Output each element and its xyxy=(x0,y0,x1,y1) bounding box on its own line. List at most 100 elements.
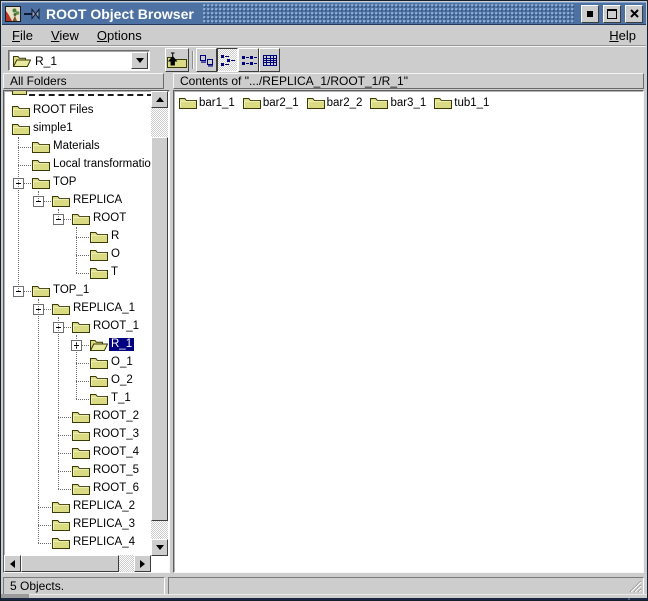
tree-item-label[interactable]: Local transformations xyxy=(51,158,151,171)
tree-item-root_5[interactable]: ROOT_5 xyxy=(4,462,151,480)
tree-item-label[interactable]: REPLICA xyxy=(71,194,124,207)
tree-item-root_4[interactable]: ROOT_4 xyxy=(4,444,151,462)
tree-item-label[interactable]: T xyxy=(109,266,120,279)
menu-file[interactable]: File xyxy=(3,27,42,44)
content-item-tub1_1[interactable]: tub1_1 xyxy=(434,96,489,109)
tree-item-label[interactable]: ROOT_1 xyxy=(91,320,141,333)
tree-item-top[interactable]: TOP xyxy=(4,174,151,192)
content-item-bar1_1[interactable]: bar1_1 xyxy=(179,96,235,109)
status-right xyxy=(168,577,644,595)
scroll-down-button[interactable] xyxy=(151,539,168,556)
tree-item-root_2[interactable]: ROOT_2 xyxy=(4,408,151,426)
tree-connector xyxy=(76,273,89,274)
tree-item-label[interactable]: ROOT Files xyxy=(31,104,96,117)
scroll-right-button[interactable] xyxy=(134,555,151,572)
vertical-scroll-thumb[interactable] xyxy=(151,137,168,521)
tree-item-o_2[interactable]: O_2 xyxy=(4,372,151,390)
titlebar-texture[interactable] xyxy=(203,4,574,23)
tree-item-label[interactable]: REPLICA_1 xyxy=(71,302,137,315)
tree-item-o_1[interactable]: O_1 xyxy=(4,354,151,372)
tree-horizontal-scrollbar[interactable] xyxy=(4,555,151,572)
tree-item-label[interactable]: R xyxy=(109,230,121,243)
path-combo[interactable]: R_1 xyxy=(8,50,150,71)
content-item-bar3_1[interactable]: bar3_1 xyxy=(370,96,426,109)
tree-item-root_6[interactable]: ROOT_6 xyxy=(4,480,151,498)
tree-item-simple1[interactable]: simple1 xyxy=(4,120,151,138)
content-item-label[interactable]: bar2_2 xyxy=(327,97,363,109)
tree-item-label[interactable]: REPLICA_2 xyxy=(71,500,137,513)
menu-view[interactable]: View xyxy=(42,27,88,44)
tree-item-root-files[interactable]: ROOT Files xyxy=(4,102,151,120)
small-icons-button[interactable] xyxy=(217,48,238,72)
tree-item-top_1[interactable]: TOP_1 xyxy=(4,282,151,300)
titlebar[interactable]: ROOT Object Browser xyxy=(2,2,646,25)
large-icons-button[interactable] xyxy=(196,48,217,72)
tree-item-label[interactable]: Materials xyxy=(51,140,102,153)
tree-item-local-transformations[interactable]: Local transformations xyxy=(4,156,151,174)
content-item-bar2_2[interactable]: bar2_2 xyxy=(307,96,363,109)
tree-item-root_3[interactable]: ROOT_3 xyxy=(4,426,151,444)
tree-item-label[interactable]: simple1 xyxy=(31,122,75,135)
list-view-button[interactable] xyxy=(238,48,259,72)
chevron-down-icon xyxy=(136,58,144,63)
tree-item-r[interactable]: R xyxy=(4,228,151,246)
window-pin-icon[interactable] xyxy=(24,8,40,20)
tree-item-replica_2[interactable]: REPLICA_2 xyxy=(4,498,151,516)
tree-item-label[interactable]: ROOT_2 xyxy=(91,410,141,423)
tree-connector xyxy=(76,335,77,399)
tree-item-label[interactable]: TOP xyxy=(51,176,78,189)
horizontal-scroll-thumb[interactable] xyxy=(21,555,119,572)
details-view-button[interactable] xyxy=(259,48,280,72)
clipped-tree-item[interactable] xyxy=(12,91,27,95)
tree-item-replica[interactable]: REPLICA xyxy=(4,192,151,210)
minimize-button[interactable] xyxy=(581,5,599,23)
tree-item-t_1[interactable]: T_1 xyxy=(4,390,151,408)
tree-connector xyxy=(18,165,31,166)
tree-item-r_1[interactable]: R_1 xyxy=(4,336,151,354)
content-item-label[interactable]: bar3_1 xyxy=(390,97,426,109)
tree-vertical-scrollbar[interactable] xyxy=(151,91,168,556)
tree-item-o[interactable]: O xyxy=(4,246,151,264)
close-button[interactable] xyxy=(625,5,643,23)
menu-help[interactable]: Help xyxy=(600,27,645,44)
tree-item-label[interactable]: ROOT_5 xyxy=(91,464,141,477)
tree-item-root_1[interactable]: ROOT_1 xyxy=(4,318,151,336)
tree-item-replica_3[interactable]: REPLICA_3 xyxy=(4,516,151,534)
tree-item-t[interactable]: T xyxy=(4,264,151,282)
path-combo-dropdown-button[interactable] xyxy=(131,52,148,69)
content-item-bar2_1[interactable]: bar2_1 xyxy=(243,96,299,109)
tree-item-label[interactable]: REPLICA_4 xyxy=(71,536,137,549)
tree-item-label[interactable]: REPLICA_3 xyxy=(71,518,137,531)
content-item-label[interactable]: bar1_1 xyxy=(199,97,235,109)
tree-item-label[interactable]: O_1 xyxy=(109,356,135,369)
content-item-label[interactable]: bar2_1 xyxy=(263,97,299,109)
tree-item-label[interactable]: ROOT_6 xyxy=(91,482,141,495)
tree-item-replica_1[interactable]: REPLICA_1 xyxy=(4,300,151,318)
tree-item-label[interactable]: T_1 xyxy=(109,392,133,405)
tree-item-label[interactable]: ROOT_3 xyxy=(91,428,141,441)
scroll-up-button[interactable] xyxy=(151,91,168,108)
tree-item-materials[interactable]: Materials xyxy=(4,138,151,156)
resize-grip[interactable] xyxy=(627,578,642,593)
tree-connector xyxy=(58,453,71,454)
small-icons-icon xyxy=(220,54,236,67)
folder-icon xyxy=(12,104,30,117)
tree-item-replica_4[interactable]: REPLICA_4 xyxy=(4,534,151,552)
tree-item-label[interactable]: TOP_1 xyxy=(51,284,91,297)
window-title: ROOT Object Browser xyxy=(43,6,197,22)
maximize-button[interactable] xyxy=(603,5,621,23)
content-item-label[interactable]: tub1_1 xyxy=(454,97,489,109)
tree-item-label[interactable]: ROOT_4 xyxy=(91,446,141,459)
folder-tree[interactable]: ROOT Files simple1 Materials Local trans… xyxy=(4,91,151,555)
large-icons-icon xyxy=(199,54,215,67)
tree-item-label[interactable]: O_2 xyxy=(109,374,135,387)
up-one-level-button[interactable] xyxy=(165,48,189,72)
scroll-left-button[interactable] xyxy=(4,555,21,572)
tree-item-label[interactable]: R_1 xyxy=(109,338,134,351)
tree-item-label[interactable]: ROOT xyxy=(91,212,128,225)
tree-item-root[interactable]: ROOT xyxy=(4,210,151,228)
toolbar-separator xyxy=(192,51,194,69)
menu-options[interactable]: Options xyxy=(88,27,151,44)
tree-item-label[interactable]: O xyxy=(109,248,122,261)
contents-panel[interactable] xyxy=(173,90,644,573)
